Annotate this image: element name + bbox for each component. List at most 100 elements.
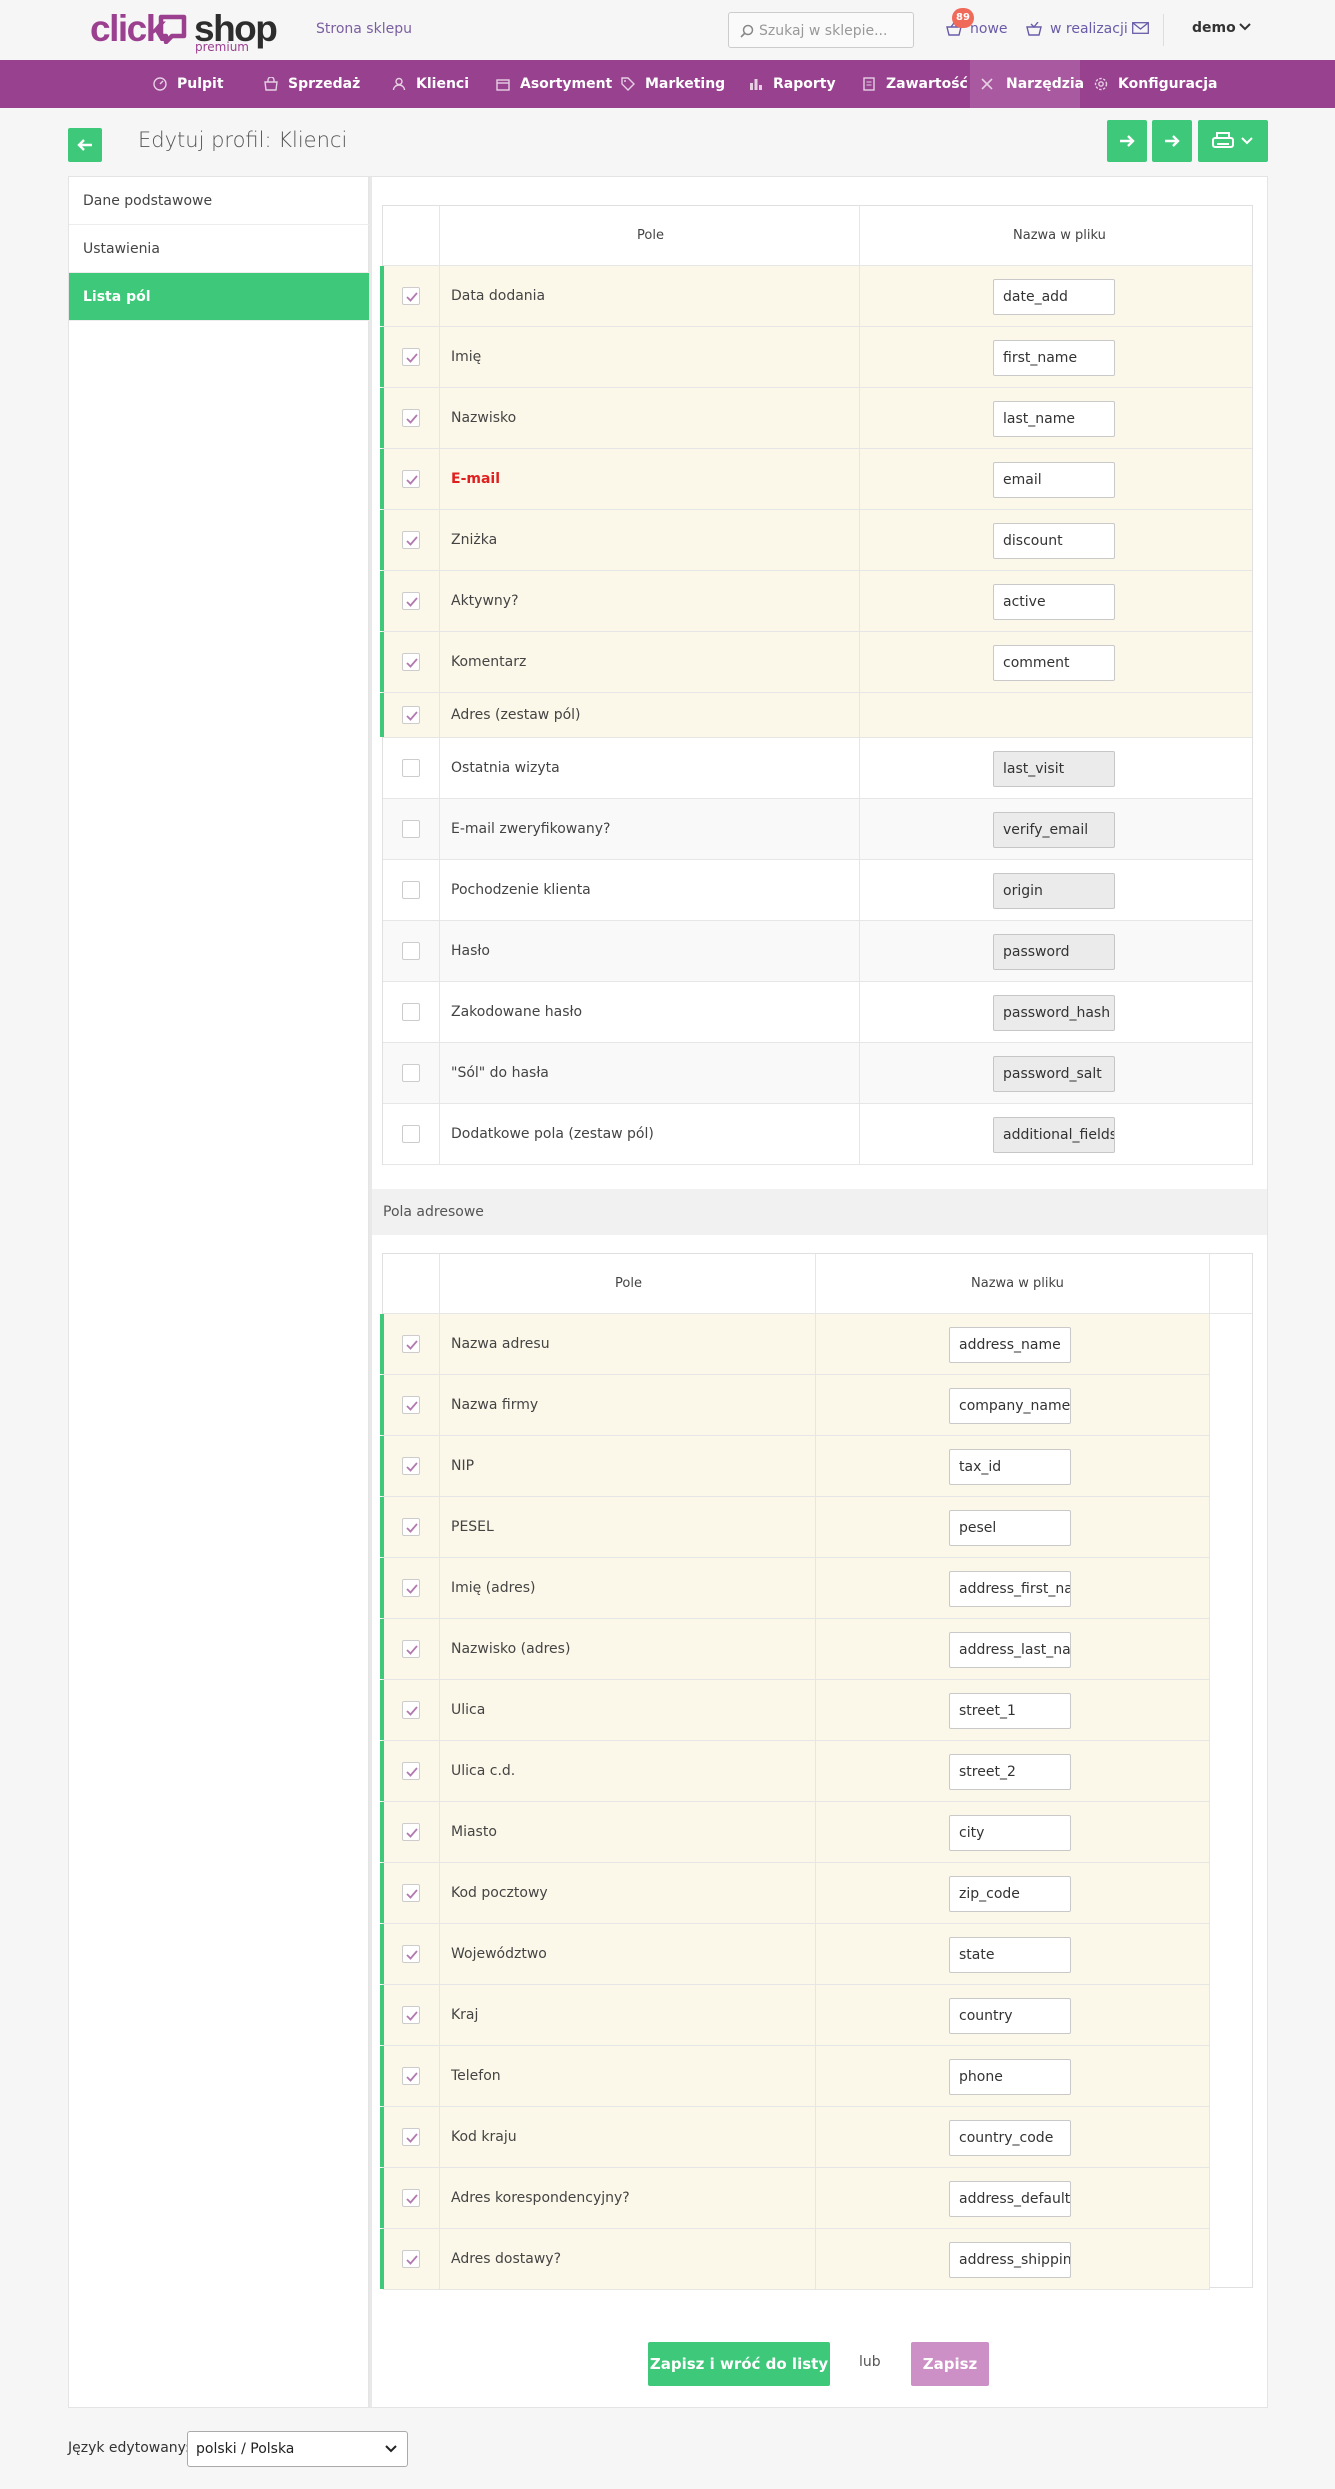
search-input[interactable]: Szukaj w sklepie... (728, 12, 914, 48)
row-checkbox[interactable] (402, 1125, 420, 1143)
row-checkbox[interactable] (402, 592, 420, 610)
filename-input[interactable]: active (993, 584, 1115, 620)
row-checkbox[interactable] (402, 2067, 420, 2085)
row-checkbox[interactable] (402, 1003, 420, 1021)
logo[interactable]: click shop premium (90, 8, 278, 58)
row-checkbox[interactable] (402, 881, 420, 899)
mail-icon[interactable] (1132, 22, 1149, 34)
checkbox-cell (383, 2229, 440, 2289)
nav-item-narzedzia[interactable]: Narzędzia (970, 60, 1084, 108)
row-checkbox[interactable] (402, 470, 420, 488)
gear-icon (1094, 77, 1108, 91)
row-checkbox[interactable] (402, 820, 420, 838)
filename-input[interactable]: address_first_name (949, 1571, 1071, 1607)
row-checkbox[interactable] (402, 1518, 420, 1536)
filename-input[interactable]: address_default (949, 2181, 1071, 2217)
language-select[interactable]: polski / Polska (187, 2431, 408, 2467)
filename-input[interactable]: state (949, 1937, 1071, 1973)
next-step-button[interactable] (1152, 120, 1192, 162)
filename-input[interactable]: password_salt (993, 1056, 1115, 1092)
filename-input[interactable]: email (993, 462, 1115, 498)
row-checkbox[interactable] (402, 2128, 420, 2146)
table-row: Adres korespondencyjny? address_default (380, 2168, 1210, 2229)
nav-label: Narzędzia (1006, 76, 1085, 92)
row-checkbox[interactable] (402, 1579, 420, 1597)
field-label: Ostatnia wizyta (451, 760, 560, 776)
language-select-value: polski / Polska (196, 2441, 295, 2457)
field-label: Adres dostawy? (451, 2251, 562, 2267)
row-checkbox[interactable] (402, 2250, 420, 2268)
row-checkbox[interactable] (402, 2189, 420, 2207)
row-checkbox[interactable] (402, 1640, 420, 1658)
row-checkbox[interactable] (402, 1335, 420, 1353)
row-checkbox[interactable] (402, 1884, 420, 1902)
filename-input[interactable]: country_code (949, 2120, 1071, 2156)
filename-input[interactable]: company_name (949, 1388, 1071, 1424)
row-checkbox[interactable] (402, 409, 420, 427)
save-button[interactable]: Zapisz (911, 2342, 989, 2386)
row-checkbox[interactable] (402, 287, 420, 305)
filename-input[interactable]: pesel (949, 1510, 1071, 1546)
row-checkbox[interactable] (402, 1064, 420, 1082)
save-and-return-button[interactable]: Zapisz i wróć do listy (648, 2342, 830, 2386)
filename-input[interactable]: street_2 (949, 1754, 1071, 1790)
filename-input[interactable]: password_hash (993, 995, 1115, 1031)
field-label: Zakodowane hasło (451, 1004, 583, 1020)
checkbox-cell (383, 1863, 440, 1923)
sidebar-item-ustawienia[interactable]: Ustawienia (69, 225, 369, 273)
row-checkbox[interactable] (402, 706, 420, 724)
print-menu-button[interactable] (1198, 120, 1268, 162)
field-label: "Sól" do hasła (451, 1065, 549, 1081)
filename-input[interactable]: country (949, 1998, 1071, 2034)
table-row: Kod kraju country_code (380, 2107, 1210, 2168)
filename-input[interactable]: first_name (993, 340, 1115, 376)
filename-input[interactable]: additional_fields (993, 1117, 1115, 1153)
filename-input[interactable]: zip_code (949, 1876, 1071, 1912)
row-checkbox[interactable] (402, 1945, 420, 1963)
filename-input[interactable]: tax_id (949, 1449, 1071, 1485)
filename-input[interactable]: last_name (993, 401, 1115, 437)
filename-input[interactable]: discount (993, 523, 1115, 559)
next-button[interactable] (1107, 120, 1147, 162)
row-checkbox[interactable] (402, 1701, 420, 1719)
row-checkbox[interactable] (402, 348, 420, 366)
filename-input[interactable]: address_last_name (949, 1632, 1071, 1668)
filename-input[interactable]: verify_email (993, 812, 1115, 848)
sidebar-item-dane-podstawowe[interactable]: Dane podstawowe (69, 177, 369, 225)
row-checkbox[interactable] (402, 1762, 420, 1780)
filename-input[interactable]: last_visit (993, 751, 1115, 787)
filename-input[interactable]: password (993, 934, 1115, 970)
row-checkbox[interactable] (402, 942, 420, 960)
field-cell (440, 327, 860, 387)
filename-input[interactable]: date_add (993, 279, 1115, 315)
table-row: Imię (adres) address_first_name (380, 1558, 1210, 1619)
filename-input[interactable]: comment (993, 645, 1115, 681)
row-checkbox[interactable] (402, 1396, 420, 1414)
filename-input[interactable]: street_1 (949, 1693, 1071, 1729)
row-checkbox[interactable] (402, 653, 420, 671)
row-checkbox[interactable] (402, 1823, 420, 1841)
filename-input[interactable]: city (949, 1815, 1071, 1851)
or-text: lub (859, 2354, 881, 2370)
table-row: Ulica street_1 (380, 1680, 1210, 1741)
field-label: Adres korespondencyjny? (451, 2190, 630, 2206)
bar-chart-icon (750, 79, 762, 90)
back-button[interactable] (68, 128, 102, 162)
check-icon (406, 2072, 418, 2082)
table-row: Telefon phone (380, 2046, 1210, 2107)
check-icon (406, 292, 418, 302)
sidebar-item-lista-pol[interactable]: Lista pól (69, 273, 369, 321)
fields-table: Pole Nazwa w pliku Data dodania date_add I… (380, 205, 1253, 1165)
row-checkbox[interactable] (402, 1457, 420, 1475)
checkbox-cell (383, 1497, 440, 1557)
user-menu[interactable]: demo (1192, 20, 1251, 36)
filename-input[interactable]: origin (993, 873, 1115, 909)
row-checkbox[interactable] (402, 759, 420, 777)
shop-link[interactable]: Strona sklepu (316, 21, 412, 37)
row-checkbox[interactable] (402, 2006, 420, 2024)
row-checkbox[interactable] (402, 531, 420, 549)
filename-input[interactable]: address_shipping (949, 2242, 1071, 2278)
filename-input[interactable]: address_name (949, 1327, 1071, 1363)
filename-input[interactable]: phone (949, 2059, 1071, 2095)
table-row: "Sól" do hasła password_salt (383, 1043, 1252, 1104)
